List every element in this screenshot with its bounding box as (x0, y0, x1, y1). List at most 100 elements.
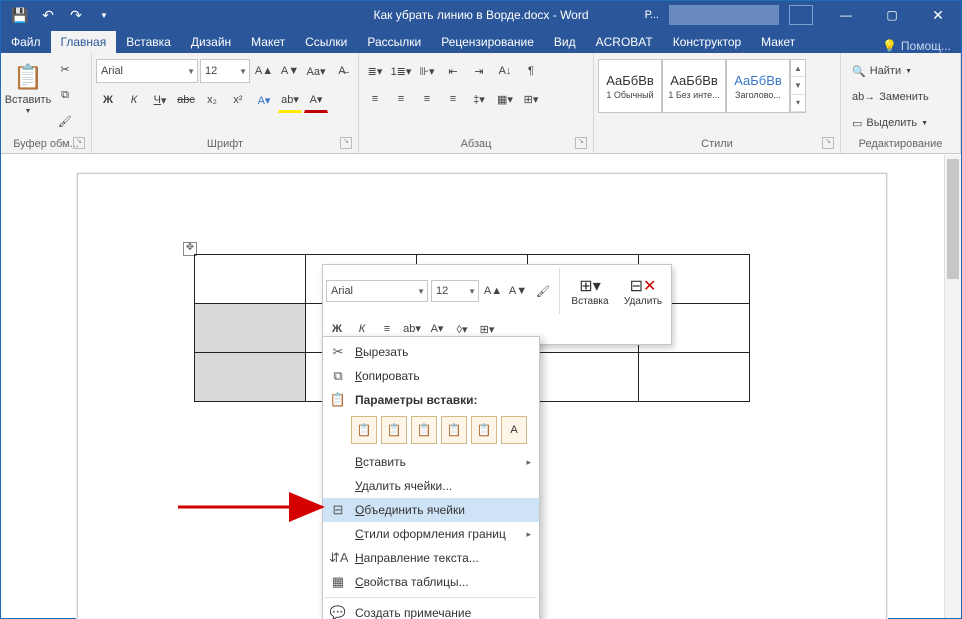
grow-font-button[interactable]: A▲ (252, 59, 276, 83)
page[interactable]: ✥ Arial▼ 12▼ A▲ A▼ 🖌 ⊞▾Вставка ⊟✕Удалить (77, 173, 887, 619)
paste-opt-3[interactable]: 📋 (411, 416, 437, 444)
ctx-cut[interactable]: ✂Вырезать (323, 340, 539, 364)
paste-opt-6[interactable]: A (501, 416, 527, 444)
align-right-button[interactable]: ≡ (415, 87, 439, 111)
style-no-spacing[interactable]: АаБбВв1 Без инте... (662, 59, 726, 113)
tab-table-design[interactable]: Конструктор (663, 31, 751, 53)
group-clipboard: 📋 Вставить ▼ ✂ ⧉ 🖌 Буфер обм...↘ (1, 53, 92, 153)
italic-button[interactable]: К (122, 88, 146, 112)
vertical-scrollbar[interactable] (944, 155, 961, 618)
styles-gallery-nav[interactable]: ▲▼▾ (790, 59, 806, 113)
mini-size-combo[interactable]: 12▼ (431, 280, 479, 302)
ctx-delete-cells[interactable]: Удалить ячейки... (323, 474, 539, 498)
multilevel-button[interactable]: ⊪▾ (415, 59, 439, 83)
ctx-border-styles[interactable]: Стили оформления границ▸ (323, 522, 539, 546)
font-launcher[interactable]: ↘ (340, 137, 352, 149)
style-heading1[interactable]: АаБбВвЗаголово... (726, 59, 790, 113)
font-size-combo[interactable]: 12▼ (200, 59, 250, 83)
mini-insert-button[interactable]: ⊞▾Вставка (565, 268, 615, 314)
replace-button[interactable]: ab→ Заменить (845, 85, 936, 109)
mini-grow-font[interactable]: A▲ (482, 280, 504, 302)
undo-button[interactable]: ↶ (35, 3, 61, 27)
shrink-font-button[interactable]: A▼ (278, 59, 302, 83)
font-color-button[interactable]: A▾ (304, 87, 328, 113)
group-paragraph: ≣▾ 1≣▾ ⊪▾ ⇤ ⇥ A↓ ¶ ≡ ≡ ≡ ≡ ‡▾ ▦▾ ⊞▾ (359, 53, 594, 153)
tab-table-layout[interactable]: Макет (751, 31, 805, 53)
tab-file[interactable]: Файл (1, 31, 51, 53)
styles-launcher[interactable]: ↘ (822, 137, 834, 149)
find-button[interactable]: 🔍 Найти ▼ (845, 59, 919, 83)
tell-me[interactable]: 💡 Помощ... (882, 39, 961, 53)
annotation-arrow (174, 492, 334, 522)
ctx-new-comment[interactable]: 💬Создать примечание (323, 601, 539, 619)
font-name-combo[interactable]: Arial▼ (96, 59, 198, 83)
tab-acrobat[interactable]: ACROBAT (586, 31, 663, 53)
justify-button[interactable]: ≡ (441, 87, 465, 111)
paste-opt-5[interactable]: 📋 (471, 416, 497, 444)
align-left-button[interactable]: ≡ (363, 87, 387, 111)
copy-button[interactable]: ⧉ (53, 83, 77, 107)
subscript-button[interactable]: x₂ (200, 88, 224, 112)
redo-button[interactable]: ↷ (63, 3, 89, 27)
format-painter-button[interactable]: 🖌 (53, 109, 77, 133)
tab-layout[interactable]: Макет (241, 31, 295, 53)
mini-delete-button[interactable]: ⊟✕Удалить (618, 268, 668, 314)
ctx-merge-cells[interactable]: ⊟Объединить ячейки (323, 498, 539, 522)
ctx-copy[interactable]: ⧉Копировать (323, 364, 539, 388)
paste-opt-2[interactable]: 📋 (381, 416, 407, 444)
decrease-indent-button[interactable]: ⇤ (441, 59, 465, 83)
group-styles: АаБбВв1 Обычный АаБбВв1 Без инте... АаБб… (594, 53, 841, 153)
sort-button[interactable]: A↓ (493, 59, 517, 83)
tab-review[interactable]: Рецензирование (431, 31, 544, 53)
text-effects-button[interactable]: A▾ (252, 88, 276, 112)
mini-font-combo[interactable]: Arial▼ (326, 280, 428, 302)
numbering-button[interactable]: 1≣▾ (389, 59, 413, 83)
align-center-button[interactable]: ≡ (389, 87, 413, 111)
mini-toolbar: Arial▼ 12▼ A▲ A▼ 🖌 ⊞▾Вставка ⊟✕Удалить Ж… (322, 264, 672, 345)
close-button[interactable]: ✕ (915, 1, 961, 29)
minimize-button[interactable]: — (823, 1, 869, 29)
tab-insert[interactable]: Вставка (116, 31, 181, 53)
tab-home[interactable]: Главная (51, 31, 117, 53)
show-marks-button[interactable]: ¶ (519, 59, 543, 83)
borders-button[interactable]: ⊞▾ (519, 87, 543, 111)
paste-opt-1[interactable]: 📋 (351, 416, 377, 444)
highlight-button[interactable]: ab▾ (278, 87, 302, 113)
line-spacing-button[interactable]: ‡▾ (467, 87, 491, 111)
ctx-table-properties[interactable]: ▦Свойства таблицы... (323, 570, 539, 594)
paragraph-launcher[interactable]: ↘ (575, 137, 587, 149)
change-case-button[interactable]: Aa▾ (304, 59, 328, 83)
clear-format-button[interactable]: A̶ (330, 59, 354, 83)
tab-view[interactable]: Вид (544, 31, 586, 53)
style-normal[interactable]: АаБбВв1 Обычный (598, 59, 662, 113)
cut-button[interactable]: ✂ (53, 57, 77, 81)
ctx-insert[interactable]: Вставить▸ (323, 450, 539, 474)
clipboard-launcher[interactable]: ↘ (73, 137, 85, 149)
ribbon-display-button[interactable] (789, 5, 813, 25)
mini-format-painter[interactable]: 🖌 (532, 280, 554, 302)
group-paragraph-label: Абзац↘ (363, 136, 589, 153)
paste-button[interactable]: 📋 Вставить ▼ (5, 55, 51, 123)
save-button[interactable]: 💾 (7, 3, 33, 27)
tab-references[interactable]: Ссылки (295, 31, 357, 53)
merge-icon: ⊟ (329, 502, 347, 518)
strike-button[interactable]: abc (174, 88, 198, 112)
bullets-button[interactable]: ≣▾ (363, 59, 387, 83)
bold-button[interactable]: Ж (96, 88, 120, 112)
select-button[interactable]: ▭ Выделить ▼ (845, 111, 935, 135)
increase-indent-button[interactable]: ⇥ (467, 59, 491, 83)
tab-design[interactable]: Дизайн (181, 31, 241, 53)
ctx-text-direction[interactable]: ⇵AНаправление текста... (323, 546, 539, 570)
titlebar: 💾 ↶ ↷ ▼ Как убрать линию в Ворде.docx - … (1, 1, 961, 29)
user-avatar[interactable] (669, 5, 779, 25)
maximize-button[interactable]: ▢ (869, 1, 915, 29)
underline-button[interactable]: Ч▾ (148, 88, 172, 112)
user-name[interactable]: Р... (645, 9, 659, 21)
mini-shrink-font[interactable]: A▼ (507, 280, 529, 302)
shading-button[interactable]: ▦▾ (493, 87, 517, 111)
tab-mailings[interactable]: Рассылки (357, 31, 431, 53)
superscript-button[interactable]: x² (226, 88, 250, 112)
paste-opt-4[interactable]: 📋 (441, 416, 467, 444)
qat-customize[interactable]: ▼ (91, 3, 117, 27)
quick-access-toolbar: 💾 ↶ ↷ ▼ (1, 3, 117, 27)
